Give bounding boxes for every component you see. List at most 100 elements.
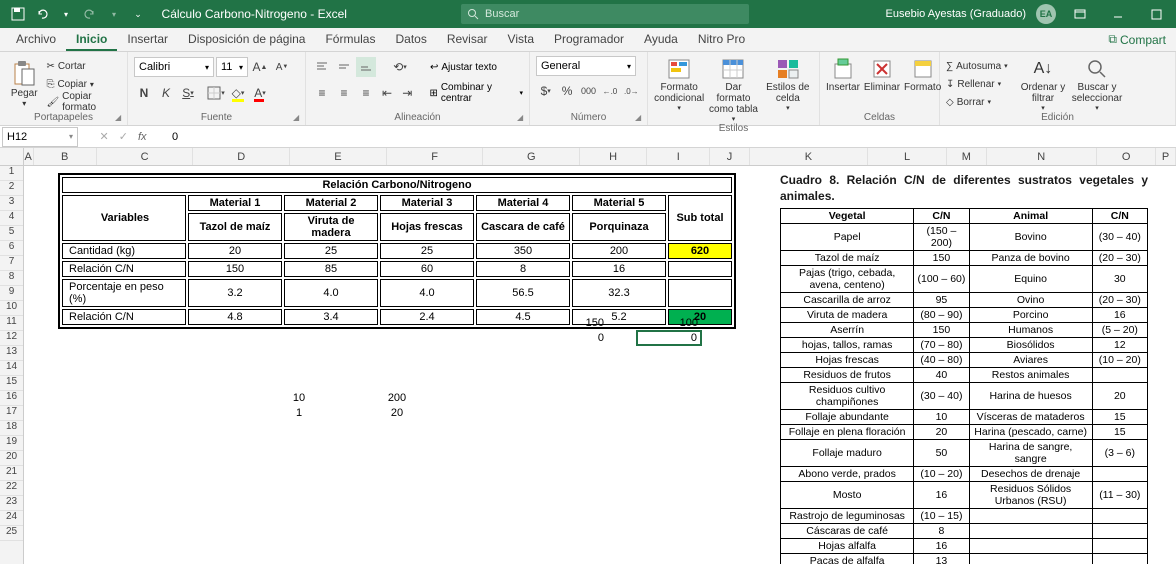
row-header[interactable]: 22 [0,481,23,496]
col-header[interactable]: L [868,148,947,165]
search-input[interactable]: Buscar [461,4,749,24]
avatar[interactable]: EA [1036,4,1056,24]
row-header[interactable]: 18 [0,421,23,436]
row-header[interactable]: 12 [0,331,23,346]
font-name-select[interactable]: Calibri▾ [134,57,214,77]
format-painter-button[interactable]: 🖌Copiar formato [46,94,121,110]
name-box[interactable]: H12▾ [2,127,78,147]
merge-center-button[interactable]: ⊞Combinar y centrar ▾ [429,82,523,104]
align-right-icon[interactable]: ≡ [356,83,376,103]
row-header[interactable]: 20 [0,451,23,466]
launcher-icon[interactable]: ◢ [517,113,527,123]
fill-button[interactable]: ↧Rellenar ▾ [946,76,1016,92]
data-cell[interactable]: 16 [572,261,666,277]
col-header[interactable]: K [750,148,868,165]
col-header[interactable]: B [34,148,97,165]
fx-icon[interactable]: fx [138,131,147,143]
clear-button[interactable]: ◇Borrar ▾ [946,94,1016,110]
row-header[interactable]: 10 [0,301,23,316]
currency-icon[interactable]: $▾ [536,81,555,101]
conditional-format-button[interactable]: Formato condicional▾ [654,56,704,123]
row-header[interactable]: 24 [0,511,23,526]
subtotal-cell[interactable]: 620 [668,243,732,259]
col-header[interactable]: M [947,148,986,165]
col-header[interactable]: N [987,148,1097,165]
launcher-icon[interactable]: ◢ [293,113,303,123]
increase-indent-icon[interactable]: ⇥ [398,83,416,103]
comma-icon[interactable]: 000 [579,81,598,101]
font-color-button[interactable]: A▾ [250,83,270,103]
tab-programador[interactable]: Programador [544,28,634,51]
cell-value[interactable]: 20 [362,407,432,419]
save-icon[interactable] [10,6,26,22]
row-header[interactable]: 6 [0,241,23,256]
col-header[interactable]: H [580,148,647,165]
launcher-icon[interactable]: ◢ [635,113,645,123]
worksheet-grid[interactable]: A B C D E F G H I J K L M N O P 12345678… [0,148,1176,564]
col-header[interactable]: J [710,148,749,165]
bold-button[interactable]: N [134,83,154,103]
qat-customize-icon[interactable]: ⌄ [130,6,146,22]
col-header[interactable]: C [97,148,194,165]
format-cells-button[interactable]: Formato [904,56,941,112]
decrease-font-icon[interactable]: A▼ [272,57,292,77]
cut-button[interactable]: ✂Cortar [46,58,121,74]
cell-styles-button[interactable]: Estilos de celda▾ [763,56,813,123]
tab-formulas[interactable]: Fórmulas [315,28,385,51]
tab-insertar[interactable]: Insertar [117,28,178,51]
ribbon-display-icon[interactable] [1066,0,1094,28]
align-center-icon[interactable]: ≡ [334,83,354,103]
cell-value[interactable]: 100 [622,317,698,329]
subtotal-cell[interactable] [668,279,732,307]
row-header[interactable]: 25 [0,526,23,541]
number-format-select[interactable]: General▾ [536,56,636,76]
data-cell[interactable]: 25 [284,243,378,259]
row-header[interactable]: 9 [0,286,23,301]
data-cell[interactable]: 3.4 [284,309,378,325]
cell-value[interactable]: 1 [264,407,334,419]
data-cell[interactable]: 4.0 [380,279,474,307]
row-header[interactable]: 5 [0,226,23,241]
data-cell[interactable]: 4.8 [188,309,282,325]
maximize-icon[interactable] [1142,0,1170,28]
tab-revisar[interactable]: Revisar [437,28,498,51]
col-header[interactable]: E [290,148,387,165]
row-header[interactable]: 15 [0,376,23,391]
undo-icon[interactable] [34,6,50,22]
data-cell[interactable]: 56.5 [476,279,570,307]
row-header[interactable]: 2 [0,181,23,196]
align-bottom-icon[interactable] [356,57,376,77]
row-header[interactable]: 8 [0,271,23,286]
data-cell[interactable]: 4.0 [284,279,378,307]
decrease-indent-icon[interactable]: ⇤ [378,83,396,103]
col-header[interactable]: I [647,148,710,165]
tab-datos[interactable]: Datos [385,28,436,51]
copy-button[interactable]: ⎘Copiar ▾ [46,76,121,92]
row-header[interactable]: 4 [0,211,23,226]
align-left-icon[interactable]: ≡ [312,83,332,103]
data-cell[interactable]: 2.4 [380,309,474,325]
chevron-down-icon[interactable]: ▾ [58,6,74,22]
underline-button[interactable]: S ▾ [178,83,198,103]
active-cell[interactable]: 0 [636,330,702,346]
paste-button[interactable]: Pegar▾ [6,56,42,112]
orientation-icon[interactable]: ⟲▾ [390,57,410,77]
tab-disposicion[interactable]: Disposición de página [178,28,315,51]
row-header[interactable]: 11 [0,316,23,331]
borders-button[interactable]: ▾ [206,83,226,103]
row-header[interactable]: 13 [0,346,23,361]
select-all-corner[interactable] [0,148,24,165]
insert-cells-button[interactable]: Insertar [826,56,860,112]
cancel-formula-icon[interactable]: ✕ [100,130,109,143]
italic-button[interactable]: K [156,83,176,103]
data-cell[interactable]: 85 [284,261,378,277]
tab-nitro[interactable]: Nitro Pro [688,28,755,51]
data-cell[interactable]: 3.2 [188,279,282,307]
row-header[interactable]: 3 [0,196,23,211]
data-cell[interactable]: 60 [380,261,474,277]
tab-inicio[interactable]: Inicio [66,28,117,51]
col-header[interactable]: O [1097,148,1156,165]
align-middle-icon[interactable] [334,57,354,77]
format-table-button[interactable]: Dar formato como tabla▾ [708,56,758,123]
row-header[interactable]: 16 [0,391,23,406]
